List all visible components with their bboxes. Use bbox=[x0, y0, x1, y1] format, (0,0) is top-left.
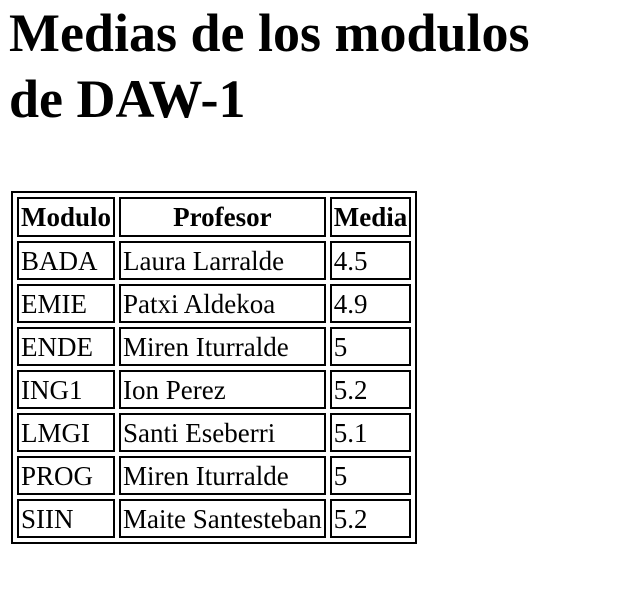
cell-media: 4.9 bbox=[329, 284, 412, 323]
cell-media: 5 bbox=[329, 456, 412, 495]
cell-modulo: ING1 bbox=[17, 370, 116, 409]
cell-profesor: Miren Iturralde bbox=[119, 456, 326, 495]
cell-modulo: PROG bbox=[17, 456, 116, 495]
cell-media: 4.5 bbox=[329, 241, 412, 280]
table-header: Modulo Profesor Media bbox=[17, 197, 412, 237]
cell-media: 5.2 bbox=[329, 370, 412, 409]
table-row: PROG Miren Iturralde 5 bbox=[17, 456, 412, 495]
cell-media: 5.2 bbox=[329, 499, 412, 538]
table-body: BADA Laura Larralde 4.5 EMIE Patxi Aldek… bbox=[17, 241, 412, 538]
cell-profesor: Patxi Aldekoa bbox=[119, 284, 326, 323]
table-row: SIIN Maite Santesteban 5.2 bbox=[17, 499, 412, 538]
column-header-profesor: Profesor bbox=[119, 197, 326, 237]
column-header-modulo: Modulo bbox=[17, 197, 116, 237]
cell-modulo: LMGI bbox=[17, 413, 116, 452]
cell-media: 5 bbox=[329, 327, 412, 366]
cell-modulo: BADA bbox=[17, 241, 116, 280]
cell-profesor: Ion Perez bbox=[119, 370, 326, 409]
cell-modulo: EMIE bbox=[17, 284, 116, 323]
cell-media: 5.1 bbox=[329, 413, 412, 452]
table-row: ENDE Miren Iturralde 5 bbox=[17, 327, 412, 366]
table-header-row: Modulo Profesor Media bbox=[17, 197, 412, 237]
table-row: LMGI Santi Eseberri 5.1 bbox=[17, 413, 412, 452]
page-title-line-2: de DAW-1 bbox=[9, 69, 246, 129]
table-row: ING1 Ion Perez 5.2 bbox=[17, 370, 412, 409]
page-title-line-1: Medias de los modulos bbox=[9, 3, 530, 63]
cell-profesor: Santi Eseberri bbox=[119, 413, 326, 452]
cell-profesor: Maite Santesteban bbox=[119, 499, 326, 538]
table-row: BADA Laura Larralde 4.5 bbox=[17, 241, 412, 280]
cell-profesor: Miren Iturralde bbox=[119, 327, 326, 366]
modules-table: Modulo Profesor Media BADA Laura Larrald… bbox=[11, 191, 418, 544]
cell-modulo: SIIN bbox=[17, 499, 116, 538]
cell-profesor: Laura Larralde bbox=[119, 241, 326, 280]
table-row: EMIE Patxi Aldekoa 4.9 bbox=[17, 284, 412, 323]
page-title: Medias de los modulos de DAW-1 bbox=[9, 0, 629, 132]
page: Medias de los modulos de DAW-1 Modulo Pr… bbox=[9, 0, 629, 544]
column-header-media: Media bbox=[329, 197, 412, 237]
cell-modulo: ENDE bbox=[17, 327, 116, 366]
